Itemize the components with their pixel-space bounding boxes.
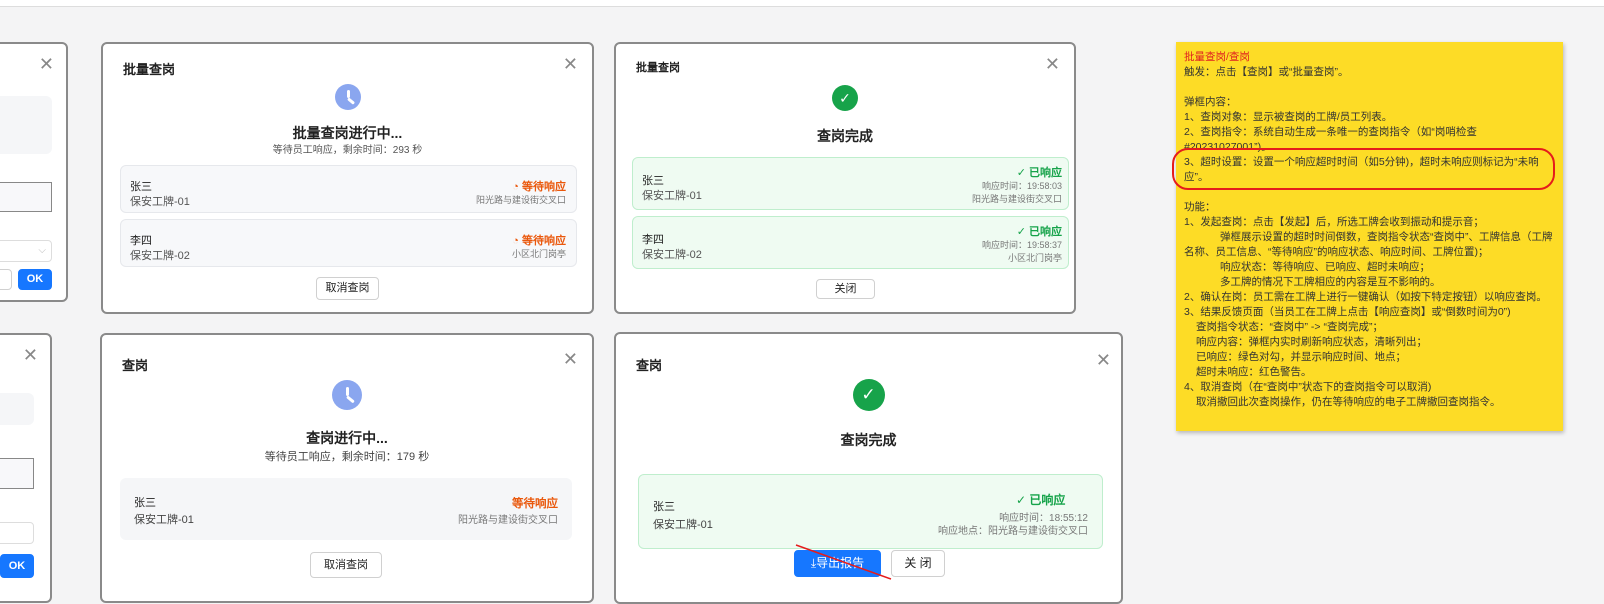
list-item: 张三 保安工牌-01 ◔ 等待响应 阳光路与建设街交叉口 xyxy=(120,165,577,213)
status-badge: ✓ 已响应 xyxy=(1016,167,1062,179)
cancel-button[interactable] xyxy=(0,269,12,290)
partial-dialog-top: ✕ ⌵ OK xyxy=(0,42,68,302)
check-progress-dialog: 查岗 ✕ 查岗进行中... 等待员工响应，剩余时间：179 秒 张三 保安工牌-… xyxy=(100,333,594,603)
clock-icon: ◔ xyxy=(512,181,522,193)
text-input[interactable] xyxy=(0,458,34,489)
close-button[interactable]: 关 闭 xyxy=(891,550,945,577)
partial-dialog-bottom: ✕ OK xyxy=(0,333,52,603)
check-circle-icon: ✓ xyxy=(852,379,885,411)
status-title: 查岗完成 xyxy=(817,128,873,144)
clock-icon: ◔ xyxy=(512,235,522,247)
status-title: 查岗完成 xyxy=(840,432,897,448)
dialog-title: 查岗 xyxy=(122,358,149,373)
close-icon[interactable]: ✕ xyxy=(563,349,578,370)
close-button[interactable]: 关闭 xyxy=(816,279,875,299)
note-title: 批量查岗/查岗 xyxy=(1184,51,1250,63)
countdown-text: 等待员工响应，剩余时间：293 秒 xyxy=(272,145,423,156)
close-icon[interactable]: ✕ xyxy=(563,54,578,75)
chevron-down-icon: ⌵ xyxy=(38,245,46,256)
list-item: 张三 保安工牌-01 ✓ 已响应 响应时间：19:58:03 阳光路与建设街交叉口 xyxy=(632,157,1069,210)
batch-check-complete-dialog: 批量查岗 ✕ ✓ 查岗完成 张三 保安工牌-01 ✓ 已响应 响应时间：19:58… xyxy=(614,42,1076,314)
close-icon[interactable]: ✕ xyxy=(39,54,54,75)
clock-icon xyxy=(332,380,362,410)
status-badge: 等待响应 xyxy=(522,235,566,247)
select-dropdown[interactable] xyxy=(0,522,34,544)
dialog-title: 查岗 xyxy=(636,358,663,373)
close-icon[interactable]: ✕ xyxy=(1045,54,1060,75)
clock-icon xyxy=(334,84,361,110)
list-item: 张三 保安工牌-01 等待响应 阳光路与建设街交叉口 xyxy=(120,478,572,540)
close-icon[interactable]: ✕ xyxy=(23,345,38,366)
check-complete-dialog: 查岗 ✕ ✓ 查岗完成 张三 保安工牌-01 ✓ 已响应 响应时间：18:55:1… xyxy=(614,332,1123,604)
info-box xyxy=(0,96,52,154)
top-bar xyxy=(0,0,1604,7)
status-badge: 等待响应 xyxy=(512,498,558,510)
batch-check-progress-dialog: 批量查岗 ✕ 批量查岗进行中... 等待员工响应，剩余时间：293 秒 张三 保… xyxy=(101,42,594,314)
status-badge: 等待响应 xyxy=(522,181,566,193)
highlight-annotation xyxy=(1172,148,1555,190)
ok-button[interactable]: OK xyxy=(18,269,52,290)
select-dropdown[interactable]: ⌵ xyxy=(0,240,52,262)
status-title: 查岗进行中... xyxy=(306,430,388,446)
dialog-title: 批量查岗 xyxy=(636,62,680,74)
list-item: 李四 保安工牌-02 ◔ 等待响应 小区北门岗亭 xyxy=(120,219,577,267)
close-icon[interactable]: ✕ xyxy=(1096,350,1111,371)
status-badge: ✓ 已响应 xyxy=(1016,226,1062,238)
ok-button[interactable]: OK xyxy=(0,554,34,578)
cancel-check-button[interactable]: 取消查岗 xyxy=(310,552,382,578)
list-item: 李四 保安工牌-02 ✓ 已响应 响应时间：19:58:37 小区北门岗亭 xyxy=(632,216,1069,269)
text-input[interactable] xyxy=(0,182,52,212)
status-title: 批量查岗进行中... xyxy=(292,125,403,141)
status-badge: ✓ 已响应 xyxy=(1016,493,1066,507)
info-box xyxy=(0,393,34,425)
cancel-check-button[interactable]: 取消查岗 xyxy=(316,277,379,300)
check-circle-icon: ✓ xyxy=(832,85,858,111)
dialog-title: 批量查岗 xyxy=(123,62,176,77)
requirements-note: 批量查岗/查岗 触发：点击【查岗】或“批量查岗”。 弹框内容： 1、查岗对象：显… xyxy=(1176,42,1563,431)
countdown-text: 等待员工响应，剩余时间：179 秒 xyxy=(264,451,430,463)
list-item: 张三 保安工牌-01 ✓ 已响应 响应时间：18:55:12 响应地点：阳光路与建设… xyxy=(638,474,1103,549)
export-report-button[interactable]: ⤓导出报告 xyxy=(794,550,881,577)
